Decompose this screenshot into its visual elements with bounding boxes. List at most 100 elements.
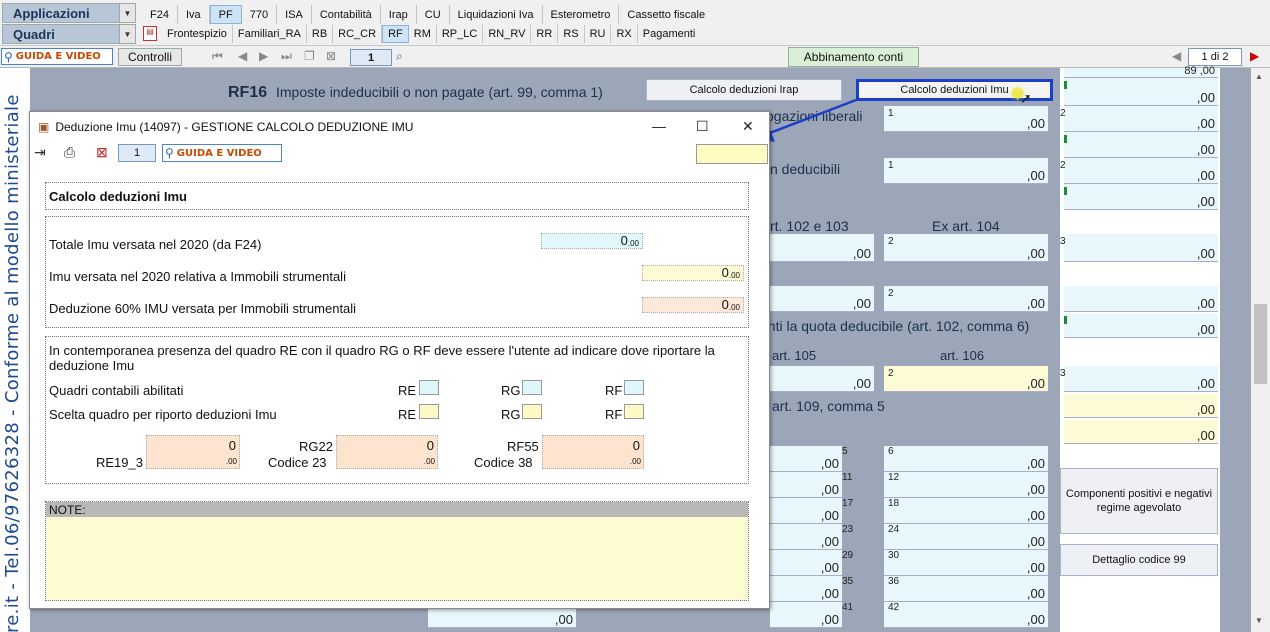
abbinamento-conti-button[interactable]: Abbinamento conti (788, 47, 919, 67)
tab-liquidazioni-iva[interactable]: Liquidazioni Iva (450, 5, 543, 24)
delete-icon[interactable]: ⊠ (96, 144, 108, 161)
tab-ru[interactable]: RU (585, 25, 612, 43)
totale-imu-field[interactable]: 0.00 (541, 233, 643, 249)
tab-cu[interactable]: CU (417, 5, 450, 24)
rg-abilitato-checkbox[interactable] (522, 380, 542, 395)
field-m2[interactable]: ,00 (884, 158, 1048, 184)
calcolo-deduzioni-irap-button[interactable]: Calcolo deduzioni Irap (646, 79, 842, 101)
grid-field-40[interactable]: ,00 (770, 602, 842, 628)
pdf-icon[interactable]: ▤ (143, 26, 157, 41)
dialog-page-number[interactable]: 1 (118, 144, 156, 162)
tab-rx[interactable]: RX (611, 25, 638, 43)
tab-contabilita[interactable]: Contabilità (312, 5, 381, 24)
field-r10[interactable]: ,00 (1064, 394, 1218, 418)
grid-field-34[interactable]: ,00 (770, 576, 842, 602)
field-r2[interactable]: ,00 (1064, 106, 1218, 132)
rg-scelta-checkbox[interactable] (522, 404, 542, 419)
imu-strumentali-field[interactable]: 0.00 (642, 265, 744, 281)
tab-familiari-ra[interactable]: Familiari_RA (233, 25, 307, 43)
tab-iva[interactable]: Iva (178, 5, 210, 24)
tab-rb[interactable]: RB (307, 25, 334, 43)
tab-frontespizio[interactable]: Frontespizio (162, 25, 233, 43)
re19-field[interactable]: 0 .00 (146, 435, 240, 469)
tab-rc-cr[interactable]: RC_CR (333, 25, 383, 43)
tab-esterometro[interactable]: Esterometro (543, 5, 620, 24)
field-r4[interactable]: ,00 (1064, 158, 1218, 184)
field-top-partial[interactable]: 89 ,00 (1064, 65, 1218, 78)
quadri-select[interactable]: Quadri ▼ (2, 24, 136, 44)
tab-irap[interactable]: Irap (381, 5, 417, 24)
field-m3[interactable]: ,00 (770, 234, 874, 262)
field-m7[interactable]: ,00 (770, 366, 874, 392)
re-abilitato-checkbox[interactable] (419, 380, 439, 395)
dettaglio-codice-99-button[interactable]: Dettaglio codice 99 (1060, 544, 1218, 576)
applicazioni-select[interactable]: Applicazioni ▼ (2, 3, 136, 23)
field-r6[interactable]: ,00 (1064, 234, 1218, 262)
delete-page-icon[interactable]: ⊠ (326, 49, 336, 63)
tab-cassetto-fiscale[interactable]: Cassetto fiscale (619, 5, 713, 24)
field-r1[interactable]: ,00 (1064, 78, 1218, 106)
rf-abilitato-checkbox[interactable] (624, 380, 644, 395)
minimize-icon[interactable]: — (652, 118, 666, 134)
field-m4[interactable]: ,00 (884, 234, 1048, 262)
grid-field-18[interactable]: ,00 (884, 498, 1048, 524)
field-m6[interactable]: ,00 (884, 286, 1048, 312)
exit-icon[interactable]: ⇥ (34, 144, 46, 161)
field-r9[interactable]: ,00 (1064, 366, 1218, 392)
controlli-button[interactable]: Controlli (118, 48, 182, 66)
guida-video-button[interactable]: ⚲ GUIDA E VIDEO (1, 48, 113, 65)
scroll-down-icon[interactable]: ▼ (1255, 616, 1263, 625)
next-page-icon[interactable]: ▶ (259, 49, 268, 63)
tab-rm[interactable]: RM (409, 25, 437, 43)
field-r11[interactable]: ,00 (1064, 420, 1218, 444)
grid-field-10[interactable]: ,00 (770, 472, 842, 498)
tab-rf[interactable]: RF (382, 25, 409, 43)
page-number[interactable]: 1 (350, 49, 392, 66)
pager-next-icon[interactable]: ▶ (1250, 49, 1259, 63)
grid-field-42[interactable]: ,00 (884, 602, 1048, 628)
grid-field-36[interactable]: ,00 (884, 576, 1048, 602)
dialog-status-field[interactable] (696, 144, 768, 164)
grid-field-24[interactable]: ,00 (884, 524, 1048, 550)
tab-rp-lc[interactable]: RP_LC (437, 25, 484, 43)
grid-field-12[interactable]: ,00 (884, 472, 1048, 498)
tab-pagamenti[interactable]: Pagamenti (638, 25, 701, 43)
field-m8[interactable]: ,00 (884, 366, 1048, 392)
componenti-positivi-negativi-button[interactable]: Componenti positivi e negativi regime ag… (1060, 468, 1218, 534)
search-page-icon[interactable]: ⌕ (396, 49, 403, 64)
chevron-down-icon[interactable]: ▼ (119, 25, 135, 43)
tab-rr[interactable]: RR (531, 25, 559, 43)
print-icon[interactable]: ⎙ (64, 144, 75, 161)
tab-rs[interactable]: RS (558, 25, 585, 43)
first-page-icon[interactable]: ⏮ (212, 49, 223, 64)
chevron-down-icon[interactable]: ▼ (119, 4, 135, 22)
pager-prev-icon[interactable]: ◀ (1172, 49, 1181, 63)
tab-isa[interactable]: ISA (277, 5, 312, 24)
tab-770[interactable]: 770 (242, 5, 278, 24)
tab-pf[interactable]: PF (209, 5, 242, 24)
field-m1[interactable]: ,00 (884, 106, 1048, 132)
grid-field-28[interactable]: ,00 (770, 550, 842, 576)
grid-field-30[interactable]: ,00 (884, 550, 1048, 576)
grid-field-16[interactable]: ,00 (770, 498, 842, 524)
note-textarea[interactable] (46, 517, 748, 600)
scroll-thumb[interactable] (1254, 304, 1267, 384)
vertical-scrollbar[interactable]: ▲ ▼ (1251, 68, 1270, 632)
last-page-icon[interactable]: ⏭ (281, 49, 292, 64)
deduzione-60-field[interactable]: 0.00 (642, 297, 744, 313)
re-scelta-checkbox[interactable] (419, 404, 439, 419)
dialog-guida-video-button[interactable]: ⚲ GUIDA E VIDEO (162, 144, 282, 162)
rf-scelta-checkbox[interactable] (624, 404, 644, 419)
rf55-field[interactable]: 0 .00 (542, 435, 644, 469)
copy-icon[interactable]: ❐ (304, 49, 315, 63)
tab-f24[interactable]: F24 (142, 5, 178, 24)
grid-field-6[interactable]: ,00 (884, 446, 1048, 472)
field-m5[interactable]: ,00 (770, 286, 874, 312)
field-r3[interactable]: ,00 (1064, 132, 1218, 158)
maximize-icon[interactable]: ☐ (696, 118, 709, 135)
field-r5[interactable]: ,00 (1064, 184, 1218, 210)
grid-field-22[interactable]: ,00 (770, 524, 842, 550)
field-r7[interactable]: ,00 (1064, 286, 1218, 312)
rg22-field[interactable]: 0 .00 (336, 435, 438, 469)
close-icon[interactable]: ✕ (742, 118, 754, 135)
